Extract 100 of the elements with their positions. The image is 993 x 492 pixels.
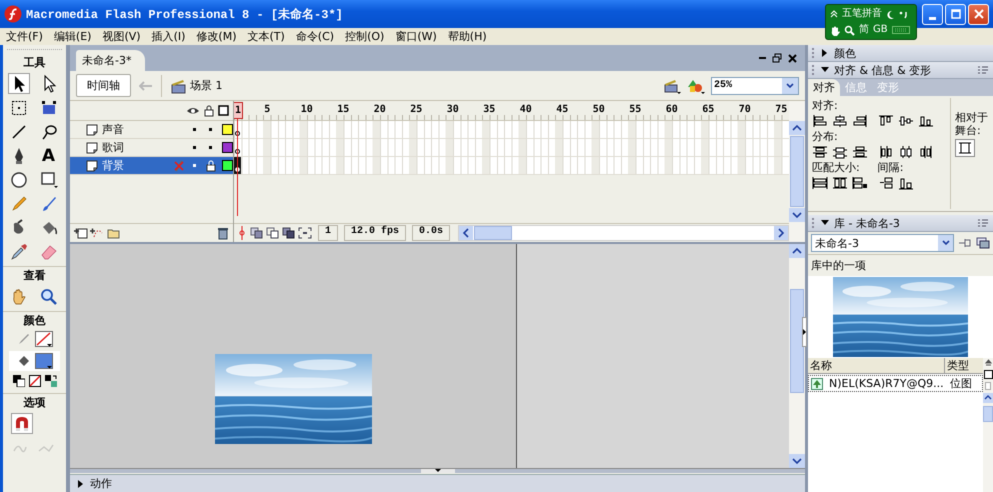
sort-icon[interactable] [984,359,992,367]
panel-header[interactable]: 库 - 未命名-3 [808,215,993,232]
zoom-dropdown[interactable]: 25% [711,76,799,94]
frame-rate: 12.0 fps [344,225,406,241]
restore-icon[interactable] [772,53,782,63]
layer-row[interactable]: 背景 [70,157,233,175]
layer-row[interactable]: 声音 [70,121,233,139]
edit-scene-icon[interactable] [663,78,681,94]
distribute-icon[interactable] [918,145,934,159]
distribute-icon[interactable] [812,145,828,159]
lock-icon[interactable] [206,160,216,172]
scroll-left-button[interactable] [459,226,474,240]
match-size-icon[interactable] [812,176,828,190]
pin-icon[interactable] [958,237,972,249]
panel-header[interactable]: 动作 [70,474,805,492]
outline-color-icon[interactable] [222,160,232,171]
magnet-tool-button[interactable] [11,413,33,434]
stroke-color-swatch[interactable] [34,331,52,347]
match-size-icon[interactable] [832,176,848,190]
onion-outline-icon[interactable] [266,227,280,239]
add-guide-layer-icon[interactable] [90,227,104,239]
menu-item[interactable]: 编辑(E) [54,29,92,44]
distribute-icon[interactable] [878,145,894,159]
menu-item[interactable]: 文件(F) [6,29,43,44]
trash-icon[interactable] [217,226,229,240]
timeline-button[interactable]: 时间轴 [76,74,131,97]
scroll-right-button[interactable] [774,226,788,240]
minimize-button[interactable] [922,4,943,24]
scroll-thumb[interactable] [474,226,512,240]
library-dropdown[interactable]: 未命名-3 [811,234,954,252]
menu-item[interactable]: 帮助(H) [448,29,487,44]
new-library-icon[interactable] [976,237,990,249]
edit-symbols-icon[interactable] [687,78,705,94]
column-header[interactable]: 名称 [808,358,945,373]
tool-tool-button[interactable]: A [38,145,60,166]
hand-icon[interactable] [830,24,840,36]
column-header[interactable]: 类型 [945,358,983,373]
panel-tab[interactable]: 对齐 [808,79,840,96]
align-icon[interactable] [832,114,848,128]
swap-colors-icon[interactable] [44,375,56,387]
align-icon[interactable] [812,114,828,128]
script-toggle[interactable]: 简 [859,23,869,37]
fill-color-swatch[interactable] [34,353,52,369]
moon-icon[interactable] [886,10,895,18]
menu-item[interactable]: 命令(C) [296,29,334,44]
input-mode[interactable]: 五笔拼音 [842,7,882,21]
wide-state-icon[interactable] [984,370,992,379]
spacing-icon[interactable] [878,176,894,190]
align-icon[interactable] [878,114,894,128]
menu-item[interactable]: 修改(M) [196,29,236,44]
panel-menu-icon[interactable] [977,218,989,228]
menu-item[interactable]: 插入(I) [152,29,186,44]
scroll-down-button[interactable] [789,454,805,468]
add-layer-icon[interactable] [74,227,88,239]
panel-header[interactable]: 对齐 & 信息 & 变形 [808,62,993,79]
search-icon[interactable] [844,24,855,36]
menu-item[interactable]: 文本(T) [247,29,285,44]
arrow-tool-button[interactable] [8,73,30,94]
panel-header[interactable]: 颜色 [808,45,993,62]
punctuation-icon[interactable] [899,10,909,18]
align-icon[interactable] [852,114,868,128]
scroll-thumb[interactable] [983,406,993,422]
scroll-down-button[interactable] [789,208,805,222]
right-triangle-icon [803,329,806,335]
document-tab[interactable]: 未命名-3* [76,50,146,71]
match-size-icon[interactable] [852,176,868,190]
align-icon[interactable] [918,114,934,128]
scroll-up-button[interactable] [789,121,805,135]
distribute-icon[interactable] [832,145,848,159]
outline-color-icon[interactable] [222,142,232,153]
scroll-up-button[interactable] [983,393,993,403]
no-color-icon[interactable] [28,375,40,387]
library-item[interactable]: N)EL(KSA)R7Y@Q9... 位图 [808,375,983,392]
scroll-thumb[interactable] [790,136,804,207]
playhead[interactable]: 1 [234,102,243,119]
close-button[interactable] [968,4,989,24]
scroll-thumb[interactable] [790,289,804,393]
default-colors-icon[interactable] [12,375,24,387]
menu-item[interactable]: 控制(O) [345,29,384,44]
up-chevron-icon[interactable] [830,10,838,18]
close-icon[interactable] [788,54,797,62]
align-icon[interactable] [898,114,914,128]
to-stage-button[interactable] [955,139,975,158]
maximize-button[interactable] [945,4,966,24]
collapse-handle[interactable] [802,317,807,347]
scroll-up-button[interactable] [789,244,805,258]
onion-markers-icon[interactable] [298,227,312,239]
spacing-icon[interactable] [898,176,914,190]
distribute-icon[interactable] [898,145,914,159]
menu-item[interactable]: 窗口(W) [395,29,437,44]
distribute-icon[interactable] [852,145,868,159]
menu-item[interactable]: 视图(V) [102,29,141,44]
encoding-toggle[interactable]: GB [873,23,888,37]
section-label: 匹配大小: [812,160,860,175]
outline-color-icon[interactable] [222,124,232,135]
collapse-tab-icon[interactable] [420,469,454,473]
add-folder-icon[interactable] [106,227,120,239]
onion-skin-icon[interactable] [250,227,264,239]
edit-multiple-frames-icon[interactable] [282,227,296,239]
panel-menu-icon[interactable] [977,65,989,75]
